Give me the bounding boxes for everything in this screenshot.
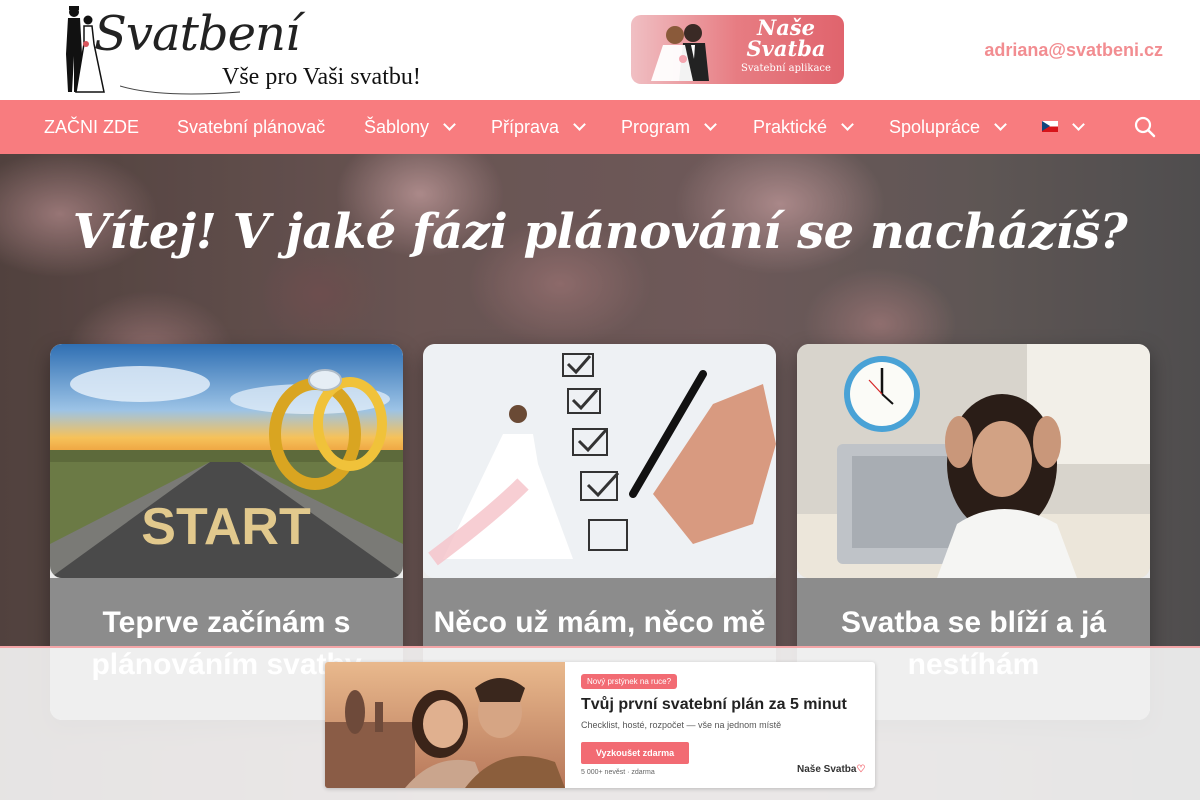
nav-label: Program xyxy=(621,117,691,137)
app-banner-subtitle: Svatební aplikace xyxy=(741,63,831,74)
app-banner-title: Naše Svatba xyxy=(731,17,841,59)
chevron-down-icon xyxy=(573,118,586,131)
logo-swoosh-decoration xyxy=(120,85,240,95)
nav-item-priprava[interactable]: Příprava xyxy=(491,100,586,154)
nav-label: Spolupráce xyxy=(889,117,981,137)
app-banner[interactable]: Naše Svatba Svatební aplikace xyxy=(631,15,844,84)
hero-title: Vítej! V jaké fázi plánování se nacházíš… xyxy=(72,204,1128,260)
app-title-line2: Svatba xyxy=(746,36,826,61)
chevron-down-icon xyxy=(443,118,456,131)
bride-checklist-image xyxy=(423,344,776,578)
chevron-down-icon xyxy=(704,118,717,131)
nav-label: Svatební plánovač xyxy=(177,117,326,137)
svg-text:START: START xyxy=(141,498,311,556)
nav-label: Příprava xyxy=(491,117,560,137)
site-header: Svatbení Vše pro Vaši svatbu! Naše Svatb… xyxy=(0,0,1200,100)
ad-brand-text: Naše Svatba xyxy=(797,764,857,775)
nav-label: ZAČNI ZDE xyxy=(44,117,140,137)
ad-footnote: 5 000+ nevěst · zdarma xyxy=(581,769,655,776)
nav-label: Šablony xyxy=(364,117,430,137)
chevron-down-icon xyxy=(1072,118,1085,131)
chevron-down-icon xyxy=(994,118,1007,131)
nav-label: Praktické xyxy=(753,117,828,137)
ad-headline: Tvůj první svatební plán za 5 minut xyxy=(581,696,847,713)
nav-item-spoluprace[interactable]: Spolupráce xyxy=(889,100,1007,154)
card-title: Něco už mám, něco mě xyxy=(433,606,766,639)
engaged-couple-image xyxy=(325,662,565,788)
heart-icon: ♡ xyxy=(856,764,866,775)
ad-cta-button[interactable]: Vyzkoušet zdarma xyxy=(581,742,689,764)
nav-item-prakticke[interactable]: Praktické xyxy=(753,100,854,154)
nav-item-svatebni-planovac[interactable]: Svatební plánovač xyxy=(177,100,325,154)
site-logo[interactable]: Svatbení Vše pro Vaši svatbu! xyxy=(60,4,440,96)
nav-item-sablony[interactable]: Šablony xyxy=(364,100,456,154)
logo-tagline: Vše pro Vaši svatbu! xyxy=(222,64,421,90)
main-navigation: ZAČNI ZDE Svatební plánovač Šablony Příp… xyxy=(0,100,1200,154)
cz-flag-icon xyxy=(1042,120,1058,132)
ad-brand: Naše Svatba♡ xyxy=(797,764,865,775)
start-rings-road-image: START xyxy=(50,344,403,578)
nav-item-program[interactable]: Program xyxy=(621,100,717,154)
nav-item-zacni-zde[interactable]: ZAČNI ZDE xyxy=(44,100,139,154)
contact-email-link[interactable]: adriana@svatbeni.cz xyxy=(984,40,1163,61)
stressed-woman-clock-image xyxy=(797,344,1150,578)
kissing-couple-image xyxy=(651,24,709,81)
search-icon[interactable] xyxy=(1134,116,1156,138)
advertisement-banner[interactable]: Nový prstýnek na ruce? Tvůj první svateb… xyxy=(325,662,875,788)
logo-script-text: Svatbení xyxy=(94,6,300,62)
ad-subtext: Checklist, hosté, rozpočet — vše na jedn… xyxy=(581,720,782,730)
chevron-down-icon xyxy=(841,118,854,131)
ad-badge: Nový prstýnek na ruce? xyxy=(581,674,678,689)
language-switcher[interactable] xyxy=(1042,100,1085,154)
sticky-ad-bar: Nový prstýnek na ruce? Tvůj první svateb… xyxy=(0,646,1200,800)
